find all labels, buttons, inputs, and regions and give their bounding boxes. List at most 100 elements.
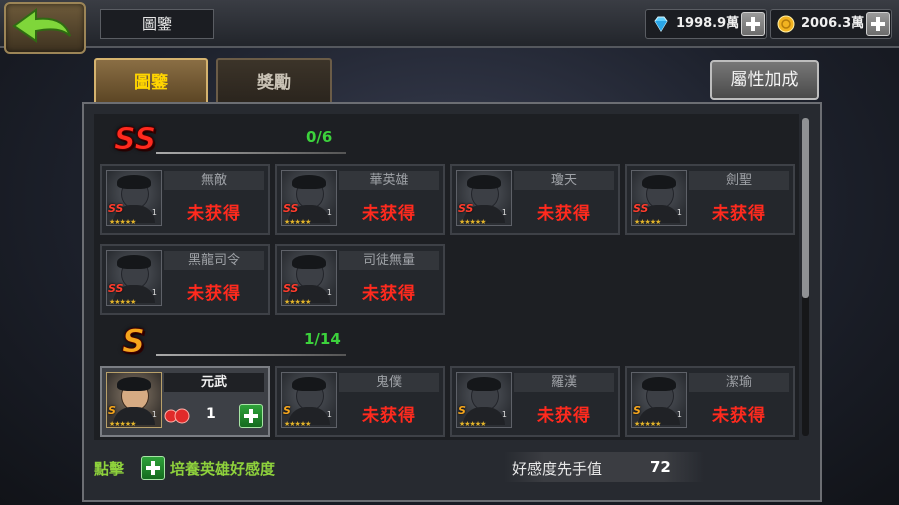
- ss-progress: 0/6: [306, 128, 333, 146]
- s-progress: 1/14: [304, 330, 341, 348]
- hero-level: 1: [326, 288, 332, 297]
- hero-portrait: S 1 ★★★★★: [281, 372, 337, 428]
- rank-badge: S: [283, 404, 291, 417]
- not-obtained-label: 未获得: [537, 406, 591, 426]
- not-obtained-label: 未获得: [362, 204, 416, 224]
- top-bar: 圖鑒 1998.9萬 2006.3萬: [0, 0, 899, 54]
- not-obtained-label: 未获得: [362, 284, 416, 304]
- scrollbar[interactable]: [802, 118, 809, 436]
- hero-hair: [642, 175, 676, 189]
- hero-name: 瓊天: [514, 171, 614, 190]
- heart-icon: [164, 408, 190, 424]
- hero-name: 華英雄: [339, 171, 439, 190]
- hero-hair: [292, 377, 326, 391]
- diamond-amount: 1998.9萬: [676, 16, 740, 31]
- hero-name: 羅漢: [514, 373, 614, 392]
- star-rating: ★★★★★: [109, 420, 136, 428]
- not-obtained-label: 未获得: [362, 406, 416, 426]
- hero-name: 劍聖: [689, 171, 789, 190]
- hero-portrait: S 1 ★★★★★: [456, 372, 512, 428]
- not-obtained-label: 未获得: [187, 284, 241, 304]
- hero-card[interactable]: SS 1 ★★★★★ 司徒無量 未获得: [275, 244, 445, 315]
- hero-level: 1: [151, 410, 157, 419]
- hero-level: 1: [501, 410, 507, 419]
- rank-badge: S: [458, 404, 466, 417]
- hero-card[interactable]: SS 1 ★★★★★ 無敵 未获得: [100, 164, 270, 235]
- hero-card[interactable]: SS 1 ★★★★★ 黑龍司令 未获得: [100, 244, 270, 315]
- hero-portrait: SS 1 ★★★★★: [106, 250, 162, 306]
- star-rating: ★★★★★: [284, 420, 311, 428]
- hero-portrait: SS 1 ★★★★★: [631, 170, 687, 226]
- hero-name: 元武: [164, 373, 264, 392]
- affinity-initiative-label: 好感度先手值: [512, 460, 603, 478]
- attribute-bonus-button[interactable]: 屬性加成: [710, 60, 819, 100]
- hero-hair: [117, 175, 151, 189]
- hero-level: 1: [326, 208, 332, 217]
- rank-badge: SS: [283, 202, 299, 215]
- hero-portrait: S 1 ★★★★★: [631, 372, 687, 428]
- rank-badge: S: [108, 404, 116, 417]
- tab-collection[interactable]: 圖鑒: [94, 58, 208, 106]
- not-obtained-label: 未获得: [712, 406, 766, 426]
- star-rating: ★★★★★: [459, 420, 486, 428]
- add-gold-button[interactable]: [866, 12, 890, 36]
- hero-level: 1: [676, 410, 682, 419]
- scroll-thumb[interactable]: [802, 118, 809, 298]
- hero-name: 黑龍司令: [164, 251, 264, 270]
- hero-portrait: SS 1 ★★★★★: [281, 250, 337, 306]
- hero-name: 無敵: [164, 171, 264, 190]
- hero-level: 1: [676, 208, 682, 217]
- hero-hair: [292, 255, 326, 269]
- hero-hair: [467, 175, 501, 189]
- rank-badge: SS: [283, 282, 299, 295]
- star-rating: ★★★★★: [109, 298, 136, 306]
- not-obtained-label: 未获得: [187, 204, 241, 224]
- hero-name: 鬼僕: [339, 373, 439, 392]
- rank-badge: SS: [108, 282, 124, 295]
- diamond-icon: [654, 16, 668, 32]
- hero-card[interactable]: SS 1 ★★★★★ 瓊天 未获得: [450, 164, 620, 235]
- affinity-initiative-value: 72: [650, 458, 671, 476]
- gold-amount: 2006.3萬: [801, 16, 865, 31]
- hero-level: 1: [151, 288, 157, 297]
- hero-hair: [117, 255, 151, 269]
- hero-portrait: SS 1 ★★★★★: [456, 170, 512, 226]
- hero-level: 1: [501, 208, 507, 217]
- add-affinity-button[interactable]: [239, 404, 263, 428]
- hero-hair: [117, 377, 151, 391]
- not-obtained-label: 未获得: [712, 204, 766, 224]
- rank-badge: SS: [633, 202, 649, 215]
- back-button[interactable]: [4, 2, 86, 54]
- hero-hair: [292, 175, 326, 189]
- ss-rank-logo: SS: [113, 122, 157, 158]
- hero-card[interactable]: SS 1 ★★★★★ 劍聖 未获得: [625, 164, 795, 235]
- tab-rewards[interactable]: 獎勵: [216, 58, 332, 106]
- ss-divider: [156, 152, 346, 154]
- star-rating: ★★★★★: [634, 218, 661, 226]
- star-rating: ★★★★★: [284, 218, 311, 226]
- rank-badge: S: [633, 404, 641, 417]
- star-rating: ★★★★★: [459, 218, 486, 226]
- star-rating: ★★★★★: [109, 218, 136, 226]
- hero-name: 潔瑜: [689, 373, 789, 392]
- hero-card[interactable]: S 1 ★★★★★ 鬼僕 未获得: [275, 366, 445, 437]
- s-divider: [156, 354, 346, 356]
- hero-list[interactable]: SS 0/6 SS 1 ★★★★★ 無敵 未获得 SS 1 ★★★★★ 華英雄 …: [94, 114, 799, 440]
- star-rating: ★★★★★: [634, 420, 661, 428]
- hero-card-owned[interactable]: S 1 ★★★★★ 元武 1: [100, 366, 270, 437]
- hero-name: 司徒無量: [339, 251, 439, 270]
- hero-card[interactable]: S 1 ★★★★★ 羅漢 未获得: [450, 366, 620, 437]
- s-rank-logo: S: [121, 322, 146, 361]
- hero-level: 1: [151, 208, 157, 217]
- hero-portrait: S 1 ★★★★★: [106, 372, 162, 428]
- hero-level: 1: [326, 410, 332, 419]
- collection-panel: SS 0/6 SS 1 ★★★★★ 無敵 未获得 SS 1 ★★★★★ 華英雄 …: [82, 102, 822, 502]
- not-obtained-label: 未获得: [537, 204, 591, 224]
- hero-portrait: SS 1 ★★★★★: [106, 170, 162, 226]
- add-diamonds-button[interactable]: [741, 12, 765, 36]
- hero-card[interactable]: SS 1 ★★★★★ 華英雄 未获得: [275, 164, 445, 235]
- hero-hair: [642, 377, 676, 391]
- back-arrow-icon: [12, 8, 71, 43]
- gold-coin-icon: [777, 15, 795, 33]
- hero-card[interactable]: S 1 ★★★★★ 潔瑜 未获得: [625, 366, 795, 437]
